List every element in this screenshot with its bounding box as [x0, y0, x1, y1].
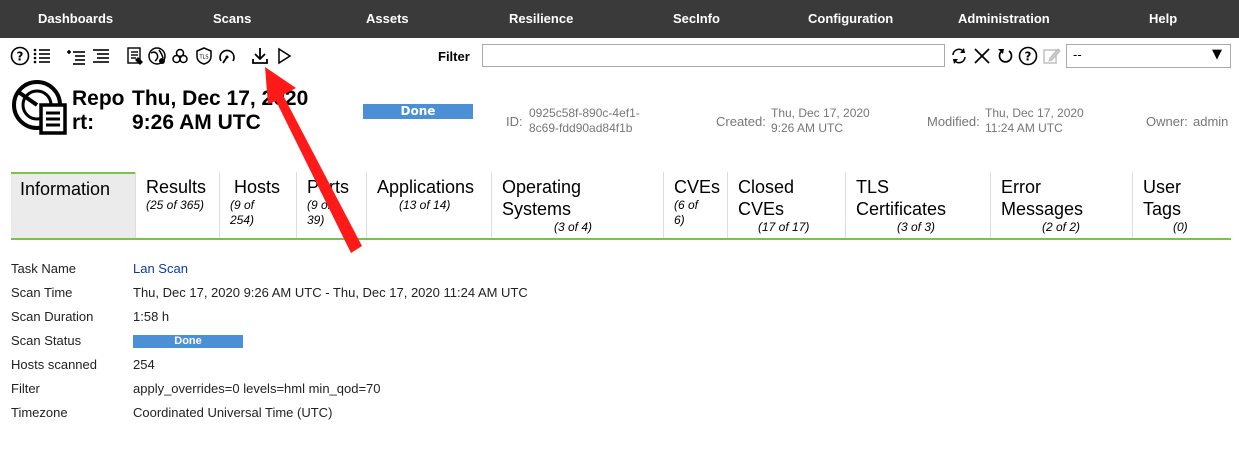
info-label: Task Name: [11, 261, 77, 276]
task-name-link[interactable]: Lan Scan: [133, 261, 188, 276]
play-icon[interactable]: [273, 45, 295, 67]
filter-select-value: --: [1073, 48, 1082, 62]
tab-label: Hosts: [234, 177, 281, 197]
tab-results[interactable]: Results (25 of 365): [135, 172, 219, 238]
created-value: Thu, Dec 17, 2020 9:26 AM UTC: [771, 106, 870, 135]
page-title: Report:: [72, 87, 125, 134]
caret-down-icon: ▼: [1212, 47, 1222, 62]
filter-input[interactable]: [482, 44, 945, 67]
tab-label: Information: [20, 179, 111, 199]
tab-count: (13 of 14): [399, 198, 451, 212]
id-label: ID:: [506, 114, 523, 129]
tab-label: Ports: [307, 177, 350, 197]
tab-label: Applications: [377, 177, 475, 197]
report-tabs: Information Results (25 of 365) Hosts (9…: [11, 172, 1231, 240]
download-icon[interactable]: [249, 45, 271, 67]
top-navigation: Dashboards Scans Assets Resilience SecIn…: [0, 0, 1239, 38]
info-label: Filter: [11, 381, 40, 396]
tab-count: (3 of 3): [897, 220, 936, 234]
tab-operating-systems[interactable]: Operating Systems (3 of 4): [491, 172, 663, 238]
dash-gauge-icon[interactable]: [216, 45, 238, 67]
tab-count: (0): [1173, 220, 1188, 234]
nav-resilience[interactable]: Resilience: [509, 0, 573, 38]
tab-label: User Tags: [1143, 177, 1182, 219]
created-label: Created:: [716, 114, 766, 129]
info-value: 254: [133, 357, 155, 372]
edit-filter-icon[interactable]: [1040, 45, 1062, 67]
tab-cves[interactable]: CVEs (6 of 6): [663, 172, 727, 238]
info-row-scan-status: Scan Status Done: [11, 333, 311, 353]
svg-text:?: ?: [17, 50, 24, 64]
tab-tls-certificates[interactable]: TLS Certificates (3 of 3): [845, 172, 990, 238]
tab-label: TLS Certificates: [856, 177, 947, 219]
tls-shield-icon[interactable]: TLS: [193, 45, 215, 67]
tab-error-messages[interactable]: Error Messages (2 of 2): [990, 172, 1132, 238]
status-badge: Done: [363, 104, 473, 119]
info-label: Hosts scanned: [11, 357, 97, 372]
tab-count: (25 of 365): [146, 198, 205, 212]
reset-filter-icon[interactable]: [994, 45, 1016, 67]
tab-count: (2 of 2): [1042, 220, 1081, 234]
help-icon[interactable]: ?: [9, 45, 31, 67]
tab-ports[interactable]: Ports (9 of 39): [296, 172, 366, 238]
info-value: Thu, Dec 17, 2020 9:26 AM UTC - Thu, Dec…: [133, 285, 528, 300]
report-date: Thu, Dec 17, 2020 9:26 AM UTC: [132, 87, 309, 134]
biohazard-icon[interactable]: [169, 45, 191, 67]
report-radar-icon: [12, 80, 67, 135]
nav-administration[interactable]: Administration: [958, 0, 1050, 38]
filter-help-icon[interactable]: ?: [1017, 45, 1039, 67]
info-label: Scan Time: [11, 285, 73, 300]
list-indent-icon[interactable]: [65, 45, 87, 67]
tab-label: Operating Systems: [502, 177, 582, 219]
info-label: Scan Status: [11, 333, 82, 348]
nav-help[interactable]: Help: [1149, 0, 1177, 38]
info-value: Coordinated Universal Time (UTC): [133, 405, 333, 420]
filter-select[interactable]: -- ▼: [1066, 44, 1231, 68]
list-icon[interactable]: [31, 45, 53, 67]
nav-configuration[interactable]: Configuration: [808, 0, 893, 38]
nav-scans[interactable]: Scans: [213, 0, 251, 38]
info-label: Timezone: [11, 405, 68, 420]
tab-label: Closed CVEs: [738, 177, 795, 219]
svg-text:?: ?: [1025, 50, 1032, 64]
toolbar: ? TLS Filter ? -- ▼: [0, 38, 1239, 74]
tab-closed-cves[interactable]: Closed CVEs (17 of 17): [727, 172, 845, 238]
info-value: 1:58 h: [133, 309, 170, 324]
nav-secinfo[interactable]: SecInfo: [673, 0, 720, 38]
modified-value: Thu, Dec 17, 2020 11:24 AM UTC: [985, 106, 1084, 135]
tab-hosts[interactable]: Hosts (9 of 254): [219, 172, 296, 238]
tab-count: (3 of 4): [554, 220, 593, 234]
tab-label: CVEs: [674, 177, 721, 197]
refresh-icon[interactable]: [948, 45, 970, 67]
owner-label: Owner:: [1146, 114, 1188, 129]
tab-applications[interactable]: Applications (13 of 14): [366, 172, 491, 238]
filter-label: Filter: [438, 49, 470, 64]
info-label: Scan Duration: [11, 309, 94, 324]
scan-status-badge: Done: [133, 335, 243, 348]
id-value: 0925c58f-890c-4ef1-8c69-fdd90ad84f1b: [529, 106, 640, 135]
tab-count: (6 of 6): [674, 198, 699, 227]
tab-user-tags[interactable]: User Tags (0): [1132, 172, 1231, 238]
report-format-icon[interactable]: [124, 45, 146, 67]
nav-dashboards[interactable]: Dashboards: [38, 0, 113, 38]
tab-label: Results: [146, 177, 207, 197]
nav-assets[interactable]: Assets: [366, 0, 409, 38]
owner-value: admin: [1193, 114, 1229, 129]
network-icon[interactable]: [146, 45, 168, 67]
tab-count: (9 of 39): [307, 198, 332, 227]
clear-filter-icon[interactable]: [971, 45, 993, 67]
svg-text:TLS: TLS: [198, 55, 208, 61]
tab-count: (17 of 17): [758, 220, 810, 234]
list-collapse-icon[interactable]: [90, 45, 112, 67]
modified-label: Modified:: [927, 114, 980, 129]
info-value: apply_overrides=0 levels=hml min_qod=70: [133, 381, 381, 396]
tab-count: (9 of 254): [230, 198, 255, 227]
tab-label: Error Messages: [1001, 177, 1084, 219]
tab-information[interactable]: Information: [11, 172, 135, 238]
